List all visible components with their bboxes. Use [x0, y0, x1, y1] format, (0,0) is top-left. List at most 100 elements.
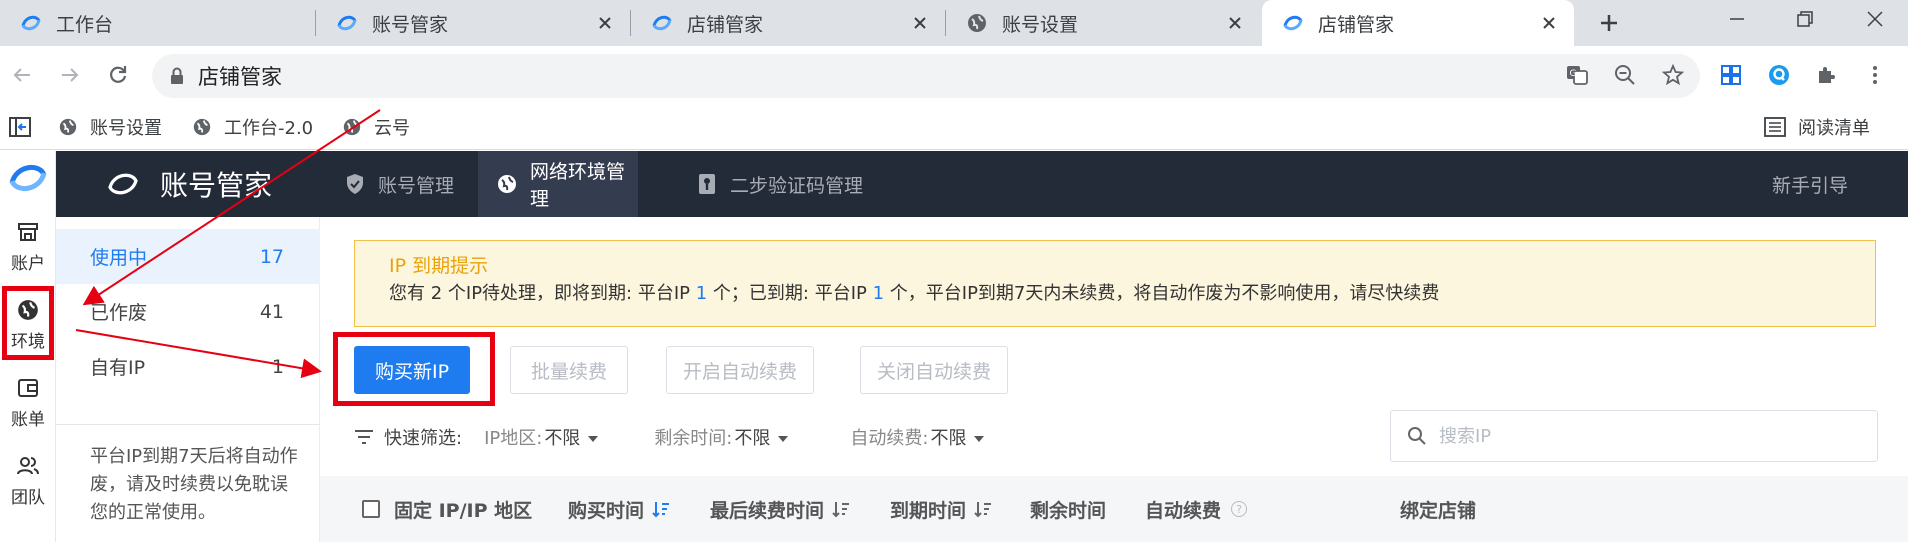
new-tab-button[interactable] — [1594, 8, 1624, 38]
beginner-guide-link[interactable]: 新手引导 — [1772, 151, 1848, 217]
region-filter[interactable]: IP地区: 不限 — [484, 424, 599, 450]
disable-auto-renew-button[interactable]: 关闭自动续费 — [860, 346, 1008, 394]
sidebar-item-voided[interactable]: 已作废 41 — [56, 284, 320, 339]
browser-tab-active[interactable]: 店铺管家 — [1262, 0, 1574, 46]
sidebar-item-in-use[interactable]: 使用中 17 — [56, 229, 320, 284]
reload-icon[interactable] — [102, 59, 134, 91]
wallet-icon — [15, 375, 41, 401]
shield-icon — [344, 172, 366, 196]
filter-value: 不限 — [544, 428, 581, 449]
search-input[interactable] — [1439, 425, 1839, 447]
zoom-out-icon[interactable] — [1610, 60, 1640, 90]
main-content: IP 到期提示 您有 2 个IP待处理，即将到期: 平台IP 1 个；已到期: … — [320, 217, 1908, 542]
extension-grid-icon[interactable] — [1716, 60, 1746, 90]
bookmark-item[interactable]: 账号设置 — [58, 112, 162, 142]
close-icon[interactable] — [909, 12, 931, 34]
close-icon[interactable] — [1224, 12, 1246, 34]
alert-title: IP 到期提示 — [389, 255, 489, 277]
browser-tab[interactable]: 店铺管家 — [631, 0, 945, 46]
alert-count-link[interactable]: 1 — [696, 283, 707, 304]
column-label: 最后续费时间 — [710, 499, 825, 522]
address-text: 店铺管家 — [198, 65, 282, 89]
forward-icon[interactable] — [54, 59, 86, 91]
alert-count-link[interactable]: 1 — [873, 283, 884, 304]
app-logo-icon — [651, 12, 673, 34]
browser-toolbar: 店铺管家 G — [0, 46, 1908, 104]
quick-filter-row: 快速筛选: IP地区: 不限 剩余时间: 不限 自动续费: 不限 — [354, 419, 985, 455]
nav-account-management[interactable]: 账号管理 — [344, 151, 474, 217]
alert-text: 个，平台IP到期7天内未续费，将自动作废为不影响使用，请尽快续费 — [884, 283, 1440, 304]
bookmark-star-icon[interactable] — [1658, 60, 1688, 90]
browser-tab[interactable]: 账号管家 — [316, 0, 630, 46]
nav-two-step-code[interactable]: 二步验证码管理 — [696, 151, 863, 217]
close-icon[interactable] — [1538, 12, 1560, 34]
bookmark-item[interactable]: 云号 — [342, 112, 410, 142]
quick-filter-label: 快速筛选: — [384, 428, 463, 449]
minimize-button[interactable] — [1708, 0, 1766, 38]
bookmark-item[interactable]: 工作台-2.0 — [192, 112, 313, 142]
reading-list-button[interactable]: 阅读清单 — [1764, 112, 1870, 142]
restore-button[interactable] — [1776, 0, 1834, 38]
column-label: 固定 IP/IP 地区 — [394, 499, 533, 522]
help-icon[interactable]: ? — [1231, 501, 1248, 517]
bookmarks-bar: 账号设置 工作台-2.0 云号 阅读清单 — [0, 104, 1908, 150]
address-bar[interactable]: 店铺管家 — [152, 54, 1700, 98]
col-bound-store: 绑定店铺 — [1400, 476, 1476, 542]
batch-renew-button[interactable]: 批量续费 — [510, 346, 628, 394]
table-header: 固定 IP/IP 地区 购买时间 最后续费时间 到期时间 剩余时间 自动续费 ? — [320, 476, 1908, 542]
sidebar-note: 平台IP到期7天后将自动作废，请及时续费以免耽误您的正常使用。 — [90, 446, 298, 523]
rail-item-team[interactable]: 团队 — [0, 453, 56, 508]
app-logo-icon — [336, 12, 358, 34]
remaining-time-filter[interactable]: 剩余时间: 不限 — [654, 424, 789, 450]
auto-renew-filter[interactable]: 自动续费: 不限 — [850, 424, 985, 450]
search-icon — [1407, 426, 1427, 446]
sidebar-item-count: 17 — [259, 245, 284, 268]
svg-text:G: G — [1570, 69, 1577, 79]
select-all-checkbox[interactable] — [362, 500, 380, 518]
filter-label: 剩余时间: — [654, 428, 733, 449]
rail-item-account[interactable]: 账户 — [0, 219, 56, 274]
filter-label: IP地区: — [484, 428, 543, 449]
bookmark-label: 工作台-2.0 — [224, 118, 314, 139]
more-menu-icon[interactable] — [1860, 60, 1890, 90]
sort-icon[interactable] — [832, 500, 850, 518]
column-label: 购买时间 — [568, 499, 645, 522]
sidebar-item-label: 已作废 — [90, 302, 148, 324]
extension-q-icon[interactable] — [1764, 60, 1794, 90]
translate-icon[interactable]: G — [1562, 60, 1592, 90]
app-container: 账户 环境 账单 团队 账号管家 账号管理 网络环境管理 二步验证码管理 新手引… — [0, 151, 1908, 542]
sidebar-item-count: 41 — [259, 300, 284, 323]
col-ip-region: 固定 IP/IP 地区 — [362, 476, 532, 542]
col-purchase-time[interactable]: 购买时间 — [568, 476, 670, 542]
sort-icon[interactable] — [652, 500, 670, 518]
app-logo-icon — [20, 12, 42, 34]
rail-logo-icon — [0, 161, 56, 195]
close-window-button[interactable] — [1846, 0, 1904, 38]
brand[interactable]: 账号管家 — [106, 151, 272, 217]
caret-down-icon — [974, 436, 985, 442]
sidebar-item-count: 1 — [271, 355, 284, 378]
sidebar-item-own-ip[interactable]: 自有IP 1 — [56, 339, 320, 394]
alert-text: 个；已到期: 平台IP — [707, 283, 873, 304]
annotation-box-buy-button — [333, 332, 495, 406]
browser-tab-strip: 工作台 账号管家 店铺管家 账号设置 店铺管家 — [0, 0, 1908, 46]
col-expire-time[interactable]: 到期时间 — [890, 476, 992, 542]
nav-network-environment[interactable]: 网络环境管理 — [478, 151, 638, 217]
annotation-box-environment — [2, 286, 54, 360]
caret-down-icon — [778, 436, 789, 442]
browser-tab[interactable]: 账号设置 — [946, 0, 1260, 46]
extensions-puzzle-icon[interactable] — [1812, 60, 1842, 90]
lock-icon — [170, 67, 184, 85]
browser-tab[interactable]: 工作台 — [0, 0, 315, 46]
col-last-renew-time[interactable]: 最后续费时间 — [710, 476, 850, 542]
globe-icon — [342, 117, 362, 137]
rail-item-billing[interactable]: 账单 — [0, 375, 56, 430]
sidebar-toggle-icon[interactable] — [8, 112, 32, 142]
column-label: 到期时间 — [890, 499, 967, 522]
close-icon[interactable] — [594, 12, 616, 34]
back-icon[interactable] — [6, 59, 38, 91]
enable-auto-renew-button[interactable]: 开启自动续费 — [666, 346, 814, 394]
tab-title: 店铺管家 — [1318, 13, 1395, 36]
col-remaining-time: 剩余时间 — [1030, 476, 1106, 542]
sort-icon[interactable] — [974, 500, 992, 518]
